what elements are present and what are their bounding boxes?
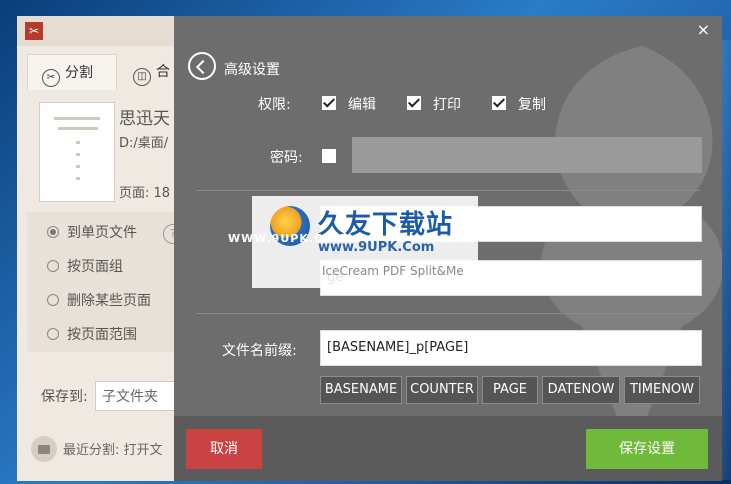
recent-split[interactable]: 最近分割: 打开文 <box>31 436 163 462</box>
filename-prefix-label: 文件名前缀: <box>222 343 297 359</box>
tab-merge[interactable]: ◫ 合 <box>119 54 179 90</box>
print-checkbox[interactable] <box>407 96 421 110</box>
token-datenow-button[interactable]: DATENOW <box>542 376 620 404</box>
option-single-page[interactable]: 到单页文件 <box>47 222 137 242</box>
edit-checkbox[interactable] <box>322 96 336 110</box>
radio-icon <box>47 328 59 340</box>
close-button[interactable]: × <box>697 20 710 39</box>
radio-icon <box>47 294 59 306</box>
file-page-count: 页面: 18 <box>119 186 171 201</box>
dialog-footer: 取消 保存设置 <box>174 416 722 481</box>
token-counter-button[interactable]: COUNTER <box>406 376 478 404</box>
file-path: D:/桌面/ <box>119 136 169 151</box>
token-basename-button[interactable]: BASENAME <box>320 376 402 404</box>
app-logo-icon: ✂ <box>25 22 43 40</box>
divider <box>196 190 700 191</box>
password-input[interactable] <box>352 137 702 173</box>
password-checkbox[interactable] <box>322 149 336 163</box>
dialog-title: 高级设置 <box>224 62 280 78</box>
watermark-side-url: WWW.9UPK.COM <box>228 232 346 245</box>
scissors-icon: ✂ <box>42 69 60 87</box>
option-page-group[interactable]: 按页面组 <box>47 256 123 276</box>
save-to-label: 保存到: <box>41 389 88 405</box>
radio-selected-icon <box>47 226 59 238</box>
watermark-faded-text: IceCream PDF Split&Me <box>322 264 464 278</box>
copy-checkbox[interactable] <box>492 96 506 110</box>
option-delete-pages[interactable]: 删除某些页面 <box>47 290 151 310</box>
radio-icon <box>47 260 59 272</box>
merge-icon: ◫ <box>133 68 151 86</box>
tab-split[interactable]: ✂ 分割 <box>27 54 117 90</box>
save-settings-button[interactable]: 保存设置 <box>586 429 708 469</box>
token-page-button[interactable]: PAGE <box>482 376 538 404</box>
tab-merge-label: 合 <box>156 64 170 80</box>
cancel-button[interactable]: 取消 <box>186 429 262 469</box>
divider <box>196 313 700 314</box>
save-to-select[interactable]: 子文件夹 <box>95 381 185 411</box>
edit-label: 编辑 <box>348 97 376 113</box>
filename-prefix-input[interactable]: [BASENAME]_p[PAGE] <box>320 330 702 366</box>
copy-label: 复制 <box>518 97 546 113</box>
folder-icon <box>31 436 57 462</box>
token-timenow-button[interactable]: TIMENOW <box>624 376 700 404</box>
back-arrow-icon[interactable] <box>188 52 216 80</box>
password-label: 密码: <box>270 150 303 166</box>
permissions-label: 权限: <box>258 97 291 113</box>
tab-split-label: 分割 <box>65 65 93 81</box>
pdf-thumbnail <box>39 102 115 202</box>
split-options-panel: 到单页文件 按页面组 删除某些页面 按页面范围 <box>27 212 177 352</box>
file-name: 思迅天 <box>119 109 170 129</box>
option-page-range[interactable]: 按页面范围 <box>47 324 137 344</box>
print-label: 打印 <box>433 97 461 113</box>
